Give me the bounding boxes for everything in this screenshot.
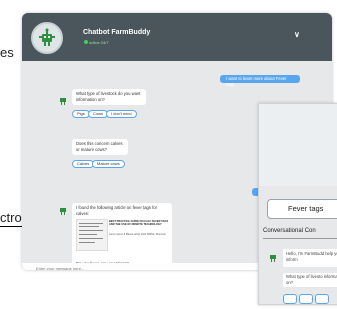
- chat-header: Chatbot FarmBuddy online 24/7 ∨: [22, 13, 332, 61]
- chat-title: Chatbot FarmBuddy: [83, 29, 151, 36]
- bot-message-icon: [60, 98, 66, 105]
- quick-reply-chip[interactable]: [283, 294, 297, 304]
- quick-reply-chip[interactable]: I don't mind: [106, 110, 137, 118]
- quick-reply-chip[interactable]: [299, 294, 313, 304]
- fever-tags-label: Fever tags: [267, 199, 337, 219]
- bot-message-icon: [60, 208, 66, 215]
- robot-icon: [39, 28, 55, 46]
- chat-status: online 24/7: [89, 40, 109, 45]
- article-meta: Lorem Ipsum & Mauris Johan 2022 ISMNA, R…: [109, 233, 166, 236]
- background-rule: [0, 226, 22, 227]
- secondary-window: Fever tags Conversational Con Hello, I'm…: [258, 103, 337, 305]
- quick-reply-chips: [283, 291, 331, 309]
- conversational-label: Conversational Con: [263, 228, 316, 234]
- bot-message: Hello, I'm FarmBudd help you find inform: [283, 249, 337, 267]
- message-input[interactable]: [36, 264, 236, 270]
- bot-message-text: I found the following article on fever t…: [76, 205, 158, 216]
- background-text-fragment: es: [0, 45, 14, 60]
- quick-reply-chip[interactable]: Cows: [88, 110, 109, 118]
- user-message: I want to learn more about Fever tags: [220, 75, 300, 87]
- divider: [263, 238, 337, 239]
- background-text-fragment: ctro: [0, 210, 22, 225]
- bot-message: Does this concern calves or mature cows?: [72, 139, 128, 155]
- article-headline[interactable]: BEST PRACTICE GUIDE ON CALF FEVER TAGS A…: [109, 220, 169, 226]
- collapse-chevron-icon[interactable]: ∨: [294, 30, 300, 39]
- secondary-window-header: [259, 104, 337, 186]
- bot-message-icon: [270, 255, 276, 262]
- bot-article-message: I found the following article on fever t…: [72, 203, 172, 265]
- quick-reply-chip[interactable]: Calves: [72, 160, 95, 168]
- article-thumbnail[interactable]: [76, 219, 108, 251]
- online-status-dot: [84, 40, 88, 44]
- bot-message: What type of livestock do you want infor…: [72, 89, 146, 105]
- bot-avatar: [31, 22, 63, 54]
- bot-message: What type of livesto information on?: [283, 273, 337, 287]
- quick-reply-chip[interactable]: [315, 294, 329, 304]
- quick-reply-chip[interactable]: Mature cows: [92, 160, 125, 168]
